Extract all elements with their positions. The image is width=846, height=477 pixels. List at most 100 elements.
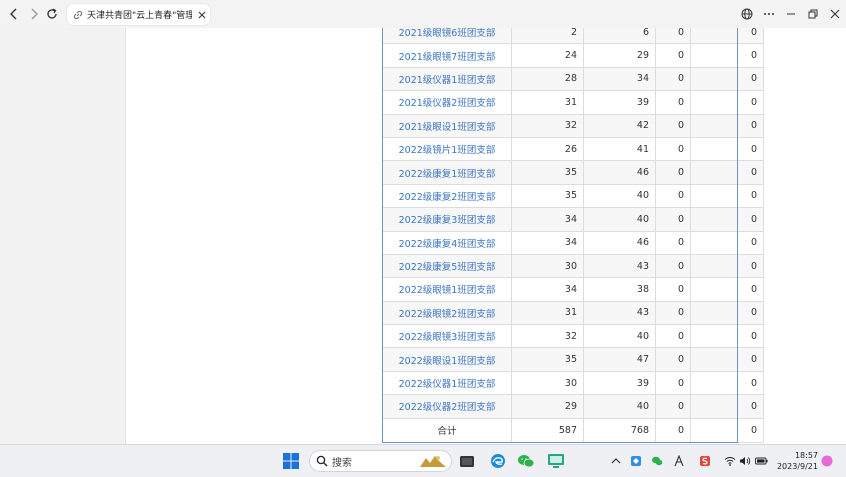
- search-icon: [316, 455, 328, 467]
- branch-name-link[interactable]: 2022级康复2班团支部: [382, 183, 512, 209]
- count-cell: 0: [655, 370, 691, 396]
- translate-button[interactable]: [737, 4, 757, 24]
- branch-name-link[interactable]: 2021级眼设1班团支部: [382, 113, 512, 138]
- count-cell: 0: [690, 90, 764, 115]
- tab-close-button[interactable]: [198, 11, 206, 19]
- branch-name-link[interactable]: 2022级康复4班团支部: [382, 230, 512, 255]
- battery-status[interactable]: [754, 454, 768, 468]
- minimize-button[interactable]: [781, 4, 801, 24]
- wifi-status[interactable]: [723, 454, 737, 468]
- count-cell: 0: [690, 66, 764, 92]
- arrow-left-icon: [10, 8, 17, 20]
- tray-input-method[interactable]: [672, 454, 686, 468]
- branch-name-link[interactable]: 2021级眼镜7班团支部: [382, 43, 512, 68]
- count-cell: 28: [511, 66, 584, 92]
- left-panel: [0, 28, 126, 444]
- count-cell: 0: [690, 394, 764, 419]
- branch-name-link[interactable]: 2022级眼镜3班团支部: [382, 324, 512, 349]
- count-cell: 38: [583, 277, 656, 302]
- count-cell: 0: [655, 347, 691, 372]
- table-row: 2022级眼镜2班团支部 31 43 0 0: [382, 300, 764, 326]
- taskbar-search[interactable]: 搜索: [309, 450, 452, 472]
- forward-button[interactable]: [24, 4, 44, 24]
- count-cell: 0: [690, 253, 764, 279]
- count-cell: 0: [690, 230, 764, 255]
- branch-name-link[interactable]: 2022级康复1班团支部: [382, 160, 512, 185]
- count-cell: 0: [655, 90, 691, 115]
- table-row: 2022级眼设1班团支部 35 47 0 0: [382, 347, 764, 372]
- branch-name-link[interactable]: 2022级仪器2班团支部: [382, 394, 512, 419]
- branch-name-link[interactable]: 2022级康复3班团支部: [382, 207, 512, 232]
- count-cell: 0: [690, 207, 764, 232]
- volume-status[interactable]: [738, 454, 752, 468]
- count-cell: 0: [690, 136, 764, 162]
- count-cell: 35: [511, 347, 584, 372]
- taskbar-clock[interactable]: 18:57 2023/9/21: [770, 450, 818, 472]
- count-cell: 26: [511, 136, 584, 162]
- start-button[interactable]: [280, 450, 302, 472]
- minimize-icon: [787, 13, 795, 15]
- count-cell: 0: [690, 300, 764, 326]
- tray-wechat[interactable]: [650, 454, 664, 468]
- edge-button[interactable]: [487, 450, 509, 472]
- close-window-button[interactable]: [825, 4, 845, 24]
- count-cell: 40: [583, 183, 656, 209]
- branch-name-link[interactable]: 2022级眼镜1班团支部: [382, 277, 512, 302]
- tray-app-2[interactable]: [698, 454, 712, 468]
- count-cell: 0: [690, 160, 764, 185]
- branch-name-link[interactable]: 2021级仪器2班团支部: [382, 90, 512, 115]
- count-cell: 0: [690, 183, 764, 209]
- table-row: 2022级眼镜1班团支部 34 38 0 0: [382, 277, 764, 302]
- count-cell: 31: [511, 300, 584, 326]
- table-row: 2022级仪器1班团支部 30 39 0 0: [382, 370, 764, 396]
- more-icon: [764, 13, 774, 15]
- branch-name-link[interactable]: 2022级眼镜2班团支部: [382, 300, 512, 326]
- tab-title: 天津共青团"云上青春"管理平台: [87, 11, 192, 21]
- branch-name-link[interactable]: 2022级仪器1班团支部: [382, 370, 512, 396]
- count-cell: 0: [655, 113, 691, 138]
- notification-button[interactable]: [820, 454, 834, 468]
- count-cell: 6: [583, 28, 656, 45]
- taskbar: 搜索: [0, 444, 846, 477]
- volume-icon: [740, 457, 751, 465]
- count-cell: 40: [583, 207, 656, 232]
- windows-icon: [283, 453, 299, 469]
- count-cell: 0: [690, 417, 764, 443]
- count-cell: 32: [511, 113, 584, 138]
- restore-button[interactable]: [803, 4, 823, 24]
- branch-name-link[interactable]: 2022级镜片1班团支部: [382, 136, 512, 162]
- remote-desktop-button[interactable]: [545, 450, 567, 472]
- edge-icon: [491, 454, 505, 468]
- count-cell: 0: [690, 277, 764, 302]
- more-menu-button[interactable]: [759, 4, 779, 24]
- count-cell: 41: [583, 136, 656, 162]
- count-cell: 35: [511, 160, 584, 185]
- tray-app-1[interactable]: [629, 454, 643, 468]
- branch-name-link[interactable]: 2021级仪器1班团支部: [382, 66, 512, 92]
- count-cell: 34: [511, 230, 584, 255]
- count-cell: 24: [511, 43, 584, 68]
- back-button[interactable]: [4, 4, 24, 24]
- browser-tab[interactable]: 天津共青团"云上青春"管理平台: [67, 4, 210, 25]
- count-cell: 43: [583, 300, 656, 326]
- search-highlight-icon: [420, 456, 446, 467]
- wechat-button[interactable]: [515, 450, 537, 472]
- app-s-icon: [700, 456, 710, 466]
- count-cell: 0: [655, 66, 691, 92]
- count-cell: 35: [511, 183, 584, 209]
- file-explorer-button[interactable]: [456, 450, 478, 472]
- show-hidden-icons-button[interactable]: [609, 454, 623, 468]
- wechat-icon: [518, 455, 535, 468]
- branch-name-link[interactable]: 2022级康复5班团支部: [382, 253, 512, 279]
- branch-name-link[interactable]: 2022级眼设1班团支部: [382, 347, 512, 372]
- count-cell: 46: [583, 230, 656, 255]
- monitor-icon: [548, 454, 564, 468]
- branch-name-link[interactable]: 2021级眼镜6班团支部: [382, 28, 512, 45]
- count-cell: 0: [655, 183, 691, 209]
- task-view-icon: [460, 456, 474, 467]
- count-cell: 587: [511, 417, 584, 443]
- refresh-button[interactable]: [42, 4, 62, 24]
- count-cell: 29: [511, 394, 584, 419]
- notification-icon: [821, 455, 833, 467]
- count-cell: 39: [583, 90, 656, 115]
